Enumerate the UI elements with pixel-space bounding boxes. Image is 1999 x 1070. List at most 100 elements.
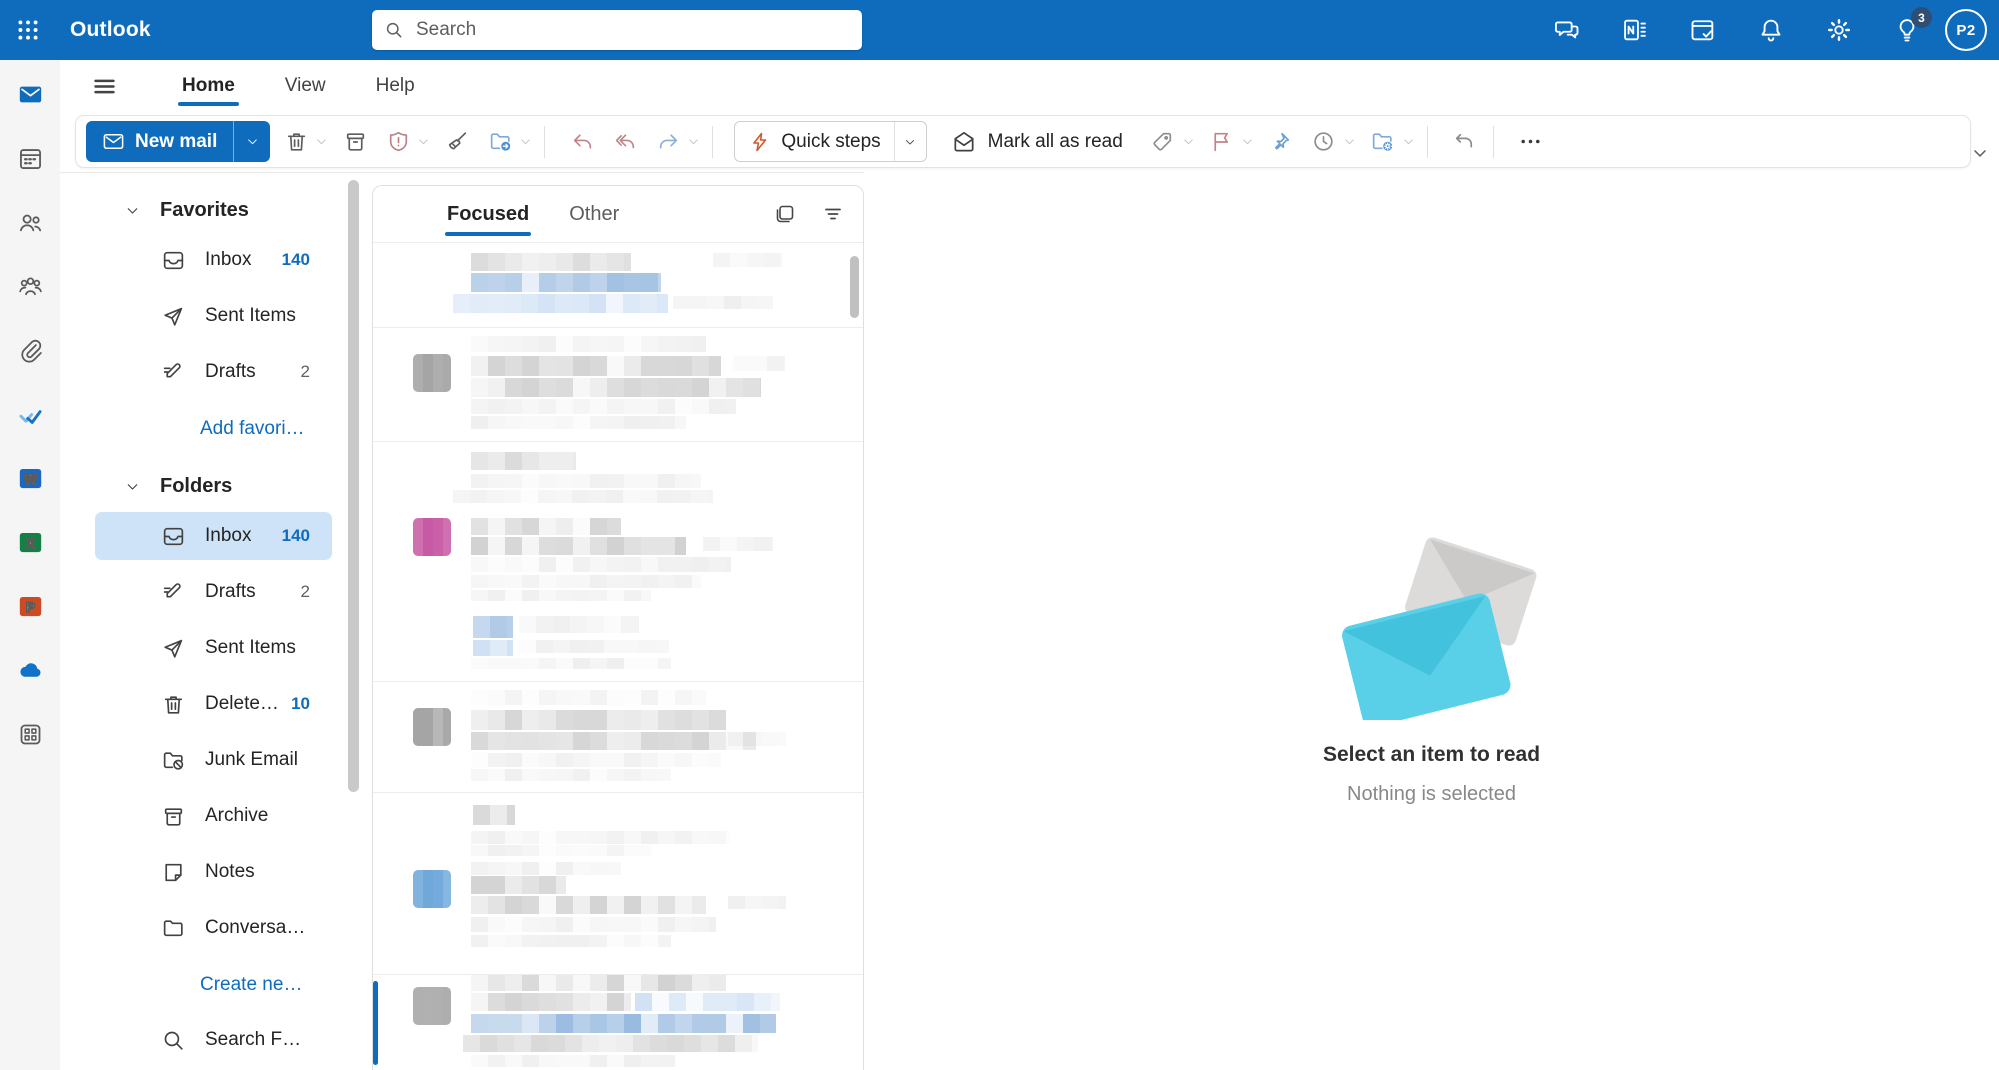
folder-fav-sent-items[interactable]: Sent Items bbox=[95, 292, 332, 340]
folder-search-folders[interactable]: Search F… bbox=[95, 1016, 332, 1064]
rail-item-onedrive[interactable] bbox=[6, 646, 55, 695]
select-all-button[interactable] bbox=[771, 200, 799, 228]
svg-text:W: W bbox=[24, 472, 37, 487]
tab-home[interactable]: Home bbox=[178, 60, 239, 112]
message-list-scrollbar[interactable] bbox=[850, 256, 859, 318]
quick-steps-dropdown[interactable] bbox=[894, 122, 926, 161]
rules-button[interactable] bbox=[1366, 125, 1416, 159]
folder-conversation-history[interactable]: Conversa… bbox=[95, 904, 332, 952]
topbar: Outlook 3 P2 bbox=[0, 0, 1999, 60]
more-commands-button[interactable] bbox=[1514, 125, 1548, 159]
report-button[interactable] bbox=[381, 125, 431, 159]
chat-icon bbox=[1553, 16, 1581, 44]
sweep-button[interactable] bbox=[440, 125, 474, 159]
folder-label: Delete… bbox=[205, 693, 279, 715]
message-list-item[interactable] bbox=[373, 442, 863, 516]
rail-item-powerpoint[interactable]: P bbox=[6, 582, 55, 631]
unread-count: 2 bbox=[301, 362, 310, 382]
folder-pane-scrollbar[interactable] bbox=[348, 180, 359, 792]
rail-item-mail[interactable] bbox=[6, 70, 55, 119]
chat-button[interactable] bbox=[1553, 16, 1581, 44]
tab-view[interactable]: View bbox=[281, 60, 330, 112]
rail-item-to-do[interactable] bbox=[6, 390, 55, 439]
ribbon-collapse-button[interactable] bbox=[1970, 142, 1992, 164]
outlook-app: Outlook 3 P2 W X P Home View Help New mail Qu… bbox=[0, 0, 1999, 1070]
list-tab-other[interactable]: Other bbox=[567, 186, 621, 242]
pin-button[interactable] bbox=[1264, 125, 1298, 159]
app-launcher-button[interactable] bbox=[0, 0, 56, 60]
undo-button[interactable] bbox=[1448, 125, 1482, 159]
rail-item-more-apps[interactable] bbox=[6, 710, 55, 759]
my-day-button[interactable] bbox=[1689, 16, 1717, 44]
redacted-text-placeholder bbox=[471, 537, 686, 555]
unread-count: 140 bbox=[282, 250, 310, 270]
account-avatar[interactable]: P2 bbox=[1945, 9, 1987, 51]
chevron-down-icon bbox=[1970, 143, 1990, 163]
message-list-item[interactable] bbox=[373, 243, 863, 328]
quick-steps-button[interactable]: Quick steps bbox=[734, 121, 926, 162]
rail-item-calendar[interactable] bbox=[6, 134, 55, 183]
archive-button[interactable] bbox=[338, 125, 372, 159]
redacted-text-placeholder bbox=[471, 993, 631, 1011]
svg-text:P: P bbox=[25, 600, 34, 615]
folder-label: Conversa… bbox=[205, 917, 305, 939]
redacted-text-placeholder bbox=[471, 356, 721, 376]
reply-button[interactable] bbox=[565, 125, 599, 159]
new-mail-button[interactable]: New mail bbox=[86, 121, 270, 162]
new-mail-dropdown[interactable] bbox=[234, 121, 270, 162]
redacted-text-placeholder bbox=[733, 356, 785, 371]
drafts-icon bbox=[161, 360, 186, 385]
delete-button[interactable] bbox=[279, 125, 329, 159]
message-list-item[interactable] bbox=[373, 682, 863, 793]
rail-item-people[interactable] bbox=[6, 198, 55, 247]
rail-item-files[interactable] bbox=[6, 326, 55, 375]
folder-fav-drafts[interactable]: Drafts2 bbox=[95, 348, 332, 396]
search-box[interactable] bbox=[372, 10, 862, 50]
mark-all-read-button[interactable]: Mark all as read bbox=[937, 129, 1137, 155]
onenote-feed-button[interactable] bbox=[1621, 16, 1649, 44]
list-tab-focused[interactable]: Focused bbox=[445, 186, 531, 242]
message-list-item[interactable] bbox=[373, 975, 863, 1070]
rail-item-groups[interactable] bbox=[6, 262, 55, 311]
message-list-item[interactable] bbox=[373, 860, 863, 975]
svg-text:X: X bbox=[25, 536, 34, 551]
rail-item-word[interactable]: W bbox=[6, 454, 55, 503]
groups-icon bbox=[17, 273, 44, 300]
folder-fav-inbox[interactable]: Inbox140 bbox=[95, 236, 332, 284]
flag-button[interactable] bbox=[1205, 125, 1255, 159]
hamburger-menu-button[interactable] bbox=[88, 69, 122, 103]
message-list-item[interactable] bbox=[373, 516, 863, 610]
forward-button[interactable] bbox=[651, 125, 701, 159]
folder-inbox[interactable]: Inbox140 bbox=[95, 512, 332, 560]
inbox-icon bbox=[161, 524, 186, 549]
quick-steps-label: Quick steps bbox=[781, 131, 880, 153]
folder-group-favorites[interactable]: Favorites bbox=[124, 184, 360, 236]
folder-drafts[interactable]: Drafts2 bbox=[95, 568, 332, 616]
folder-notes[interactable]: Notes bbox=[95, 848, 332, 896]
folder-archive[interactable]: Archive bbox=[95, 792, 332, 840]
snooze-button[interactable] bbox=[1307, 125, 1357, 159]
notifications-button[interactable] bbox=[1757, 16, 1785, 44]
search-input[interactable] bbox=[414, 18, 850, 42]
add-favorite-link[interactable]: Add favori… bbox=[60, 404, 311, 452]
filter-button[interactable] bbox=[819, 200, 847, 228]
redacted-text-placeholder bbox=[471, 378, 761, 397]
folder-sent-items[interactable]: Sent Items bbox=[95, 624, 332, 672]
gear-icon bbox=[1825, 16, 1853, 44]
message-list-item[interactable] bbox=[373, 793, 863, 860]
chev-icon bbox=[124, 202, 141, 219]
tab-help[interactable]: Help bbox=[372, 60, 419, 112]
rail-item-excel[interactable]: X bbox=[6, 518, 55, 567]
folder-deleted-items[interactable]: Delete…10 bbox=[95, 680, 332, 728]
reply-all-button[interactable] bbox=[608, 125, 642, 159]
tips-button[interactable]: 3 bbox=[1893, 16, 1921, 44]
folder-junk-email[interactable]: Junk Email bbox=[95, 736, 332, 784]
folder-group-folders[interactable]: Folders bbox=[124, 460, 360, 512]
message-list-item[interactable] bbox=[373, 328, 863, 442]
reply-icon bbox=[570, 129, 595, 154]
message-list-item[interactable] bbox=[373, 610, 863, 682]
create-new-folder-link[interactable]: Create ne… bbox=[60, 960, 308, 1008]
categorize-button[interactable] bbox=[1146, 125, 1196, 159]
settings-button[interactable] bbox=[1825, 16, 1853, 44]
move-to-button[interactable] bbox=[483, 125, 533, 159]
